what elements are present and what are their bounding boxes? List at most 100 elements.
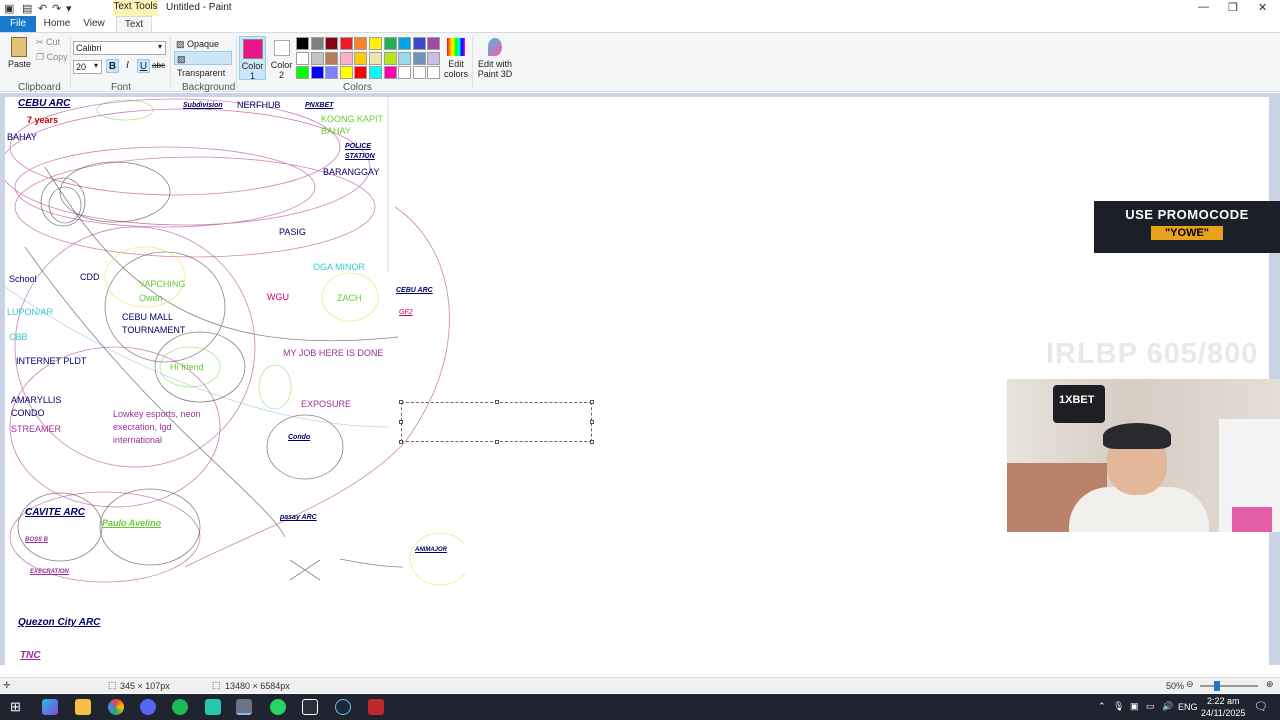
discord-icon[interactable] (140, 699, 156, 715)
italic-button[interactable]: I (121, 59, 134, 73)
edit-colors-button[interactable]: Edit colors (444, 36, 468, 79)
close-button[interactable]: ✕ (1258, 1, 1267, 14)
app-red-icon[interactable] (368, 699, 384, 715)
undo-icon[interactable]: ↶ (38, 2, 47, 15)
resize-handle[interactable] (495, 440, 499, 444)
palette-swatch[interactable] (339, 66, 353, 80)
notifications-icon[interactable]: 🗨 (1254, 700, 1268, 713)
network-icon[interactable]: ▭ (1146, 701, 1155, 712)
resize-handle[interactable] (590, 440, 594, 444)
bold-button[interactable]: B (106, 59, 119, 73)
resize-handle[interactable] (590, 420, 594, 424)
transparent-option[interactable]: ▧ Transparent (174, 51, 232, 78)
chevron-down-icon[interactable]: ▾ (158, 42, 162, 51)
save-icon[interactable]: ▤ (22, 2, 32, 15)
palette-swatch[interactable] (383, 37, 397, 50)
palette-swatch[interactable] (354, 37, 368, 50)
palette-swatch[interactable] (427, 37, 441, 50)
microphone-icon[interactable]: 🎙 (1113, 701, 1124, 712)
resize-handle[interactable] (590, 400, 594, 404)
redo-icon[interactable]: ↷ (52, 2, 61, 15)
palette-swatch[interactable] (398, 37, 412, 50)
palette-swatch[interactable] (325, 51, 339, 65)
canvas-text-label: CONDO (11, 408, 45, 418)
palette-swatch[interactable] (427, 51, 441, 65)
zoom-in-button[interactable]: ⊕ (1266, 679, 1274, 690)
clock-time[interactable]: 2:22 am (1207, 696, 1240, 706)
clipboard-group-label: Clipboard (18, 82, 61, 93)
palette-swatch[interactable] (412, 66, 426, 80)
palette-swatch[interactable] (354, 51, 368, 65)
cut-button[interactable]: ✂ Cut (36, 37, 60, 48)
canvas-text-label: execration, lgd (113, 422, 172, 432)
resize-handle[interactable] (495, 400, 499, 404)
tab-file[interactable]: File (0, 16, 36, 32)
font-family-select[interactable]: Calibri (73, 41, 166, 55)
palette-swatch[interactable] (398, 66, 412, 80)
color2-button[interactable]: Color 2 (268, 36, 295, 80)
tab-view[interactable]: View (78, 16, 110, 32)
resize-handle[interactable] (399, 420, 403, 424)
spotify-icon[interactable] (172, 699, 188, 715)
epic-games-icon[interactable] (302, 699, 318, 715)
copy-button[interactable]: ❐ Copy (36, 52, 68, 63)
tray-overflow-icon[interactable]: ⌃ (1098, 701, 1106, 712)
resize-handle[interactable] (399, 400, 403, 404)
ribbon-tabs: File Home View Text (0, 16, 1280, 32)
tray-app-icon[interactable]: ▣ (1130, 701, 1139, 712)
color1-label: Color 1 (241, 61, 264, 81)
paste-button[interactable]: Paste (8, 37, 31, 69)
palette-swatch[interactable] (383, 66, 397, 80)
palette-swatch[interactable] (339, 37, 353, 50)
zoom-slider-thumb[interactable] (1214, 681, 1220, 691)
palette-swatch[interactable] (325, 66, 339, 80)
chrome-icon[interactable] (108, 699, 124, 715)
canvas-text-label: BAHAY (321, 126, 351, 136)
whatsapp-icon[interactable] (270, 699, 286, 715)
palette-swatch[interactable] (339, 51, 353, 65)
text-selection-box[interactable] (399, 400, 594, 444)
start-button[interactable]: ⊞ (10, 699, 21, 715)
palette-swatch[interactable] (354, 66, 368, 80)
tab-text[interactable]: Text (116, 16, 152, 32)
color1-button[interactable]: Color 1 (239, 36, 266, 81)
underline-button[interactable]: U (137, 59, 150, 73)
steam-icon[interactable] (335, 699, 351, 715)
maximize-button[interactable]: ❐ (1228, 1, 1238, 14)
palette-swatch[interactable] (296, 51, 309, 65)
palette-swatch[interactable] (369, 37, 382, 50)
language-indicator[interactable]: ENG (1178, 702, 1198, 712)
canvas-text-label: YAPCHING (139, 279, 186, 289)
file-explorer-icon[interactable] (75, 699, 91, 715)
volume-icon[interactable]: 🔊 (1162, 701, 1173, 712)
palette-swatch[interactable] (310, 37, 324, 50)
clock-date[interactable]: 24/11/2025 (1201, 708, 1245, 718)
tab-home[interactable]: Home (40, 16, 74, 32)
opaque-option[interactable]: ▨ Opaque (174, 37, 232, 51)
edit-with-paint3d-button[interactable]: Edit with Paint 3D (476, 36, 514, 79)
zoom-out-button[interactable]: ⊖ (1186, 679, 1194, 690)
paint-taskbar-icon[interactable] (236, 699, 252, 715)
copilot-icon[interactable] (42, 699, 58, 715)
opaque-label: Opaque (187, 39, 220, 49)
palette-swatch[interactable] (412, 37, 426, 50)
palette-swatch[interactable] (296, 37, 309, 50)
palette-swatch[interactable] (398, 51, 412, 65)
zoom-slider[interactable] (1200, 685, 1258, 687)
palette-swatch[interactable] (412, 51, 426, 65)
palette-swatch[interactable] (296, 66, 309, 80)
palette-swatch[interactable] (369, 66, 382, 80)
chevron-down-icon[interactable]: ▾ (94, 61, 98, 70)
palette-swatch[interactable] (310, 66, 324, 80)
palette-swatch[interactable] (383, 51, 397, 65)
customize-qat-icon[interactable]: ▾ (66, 2, 72, 15)
palette-swatch[interactable] (310, 51, 324, 65)
strikethrough-button[interactable]: abc (152, 59, 165, 73)
resize-handle[interactable] (399, 440, 403, 444)
palette-swatch[interactable] (325, 37, 339, 50)
palette-swatch[interactable] (369, 51, 382, 65)
minimize-button[interactable]: — (1198, 1, 1209, 13)
app-icon[interactable] (205, 699, 221, 715)
palette-swatch[interactable] (427, 66, 441, 80)
canvas-text-label: CDD (80, 272, 100, 282)
